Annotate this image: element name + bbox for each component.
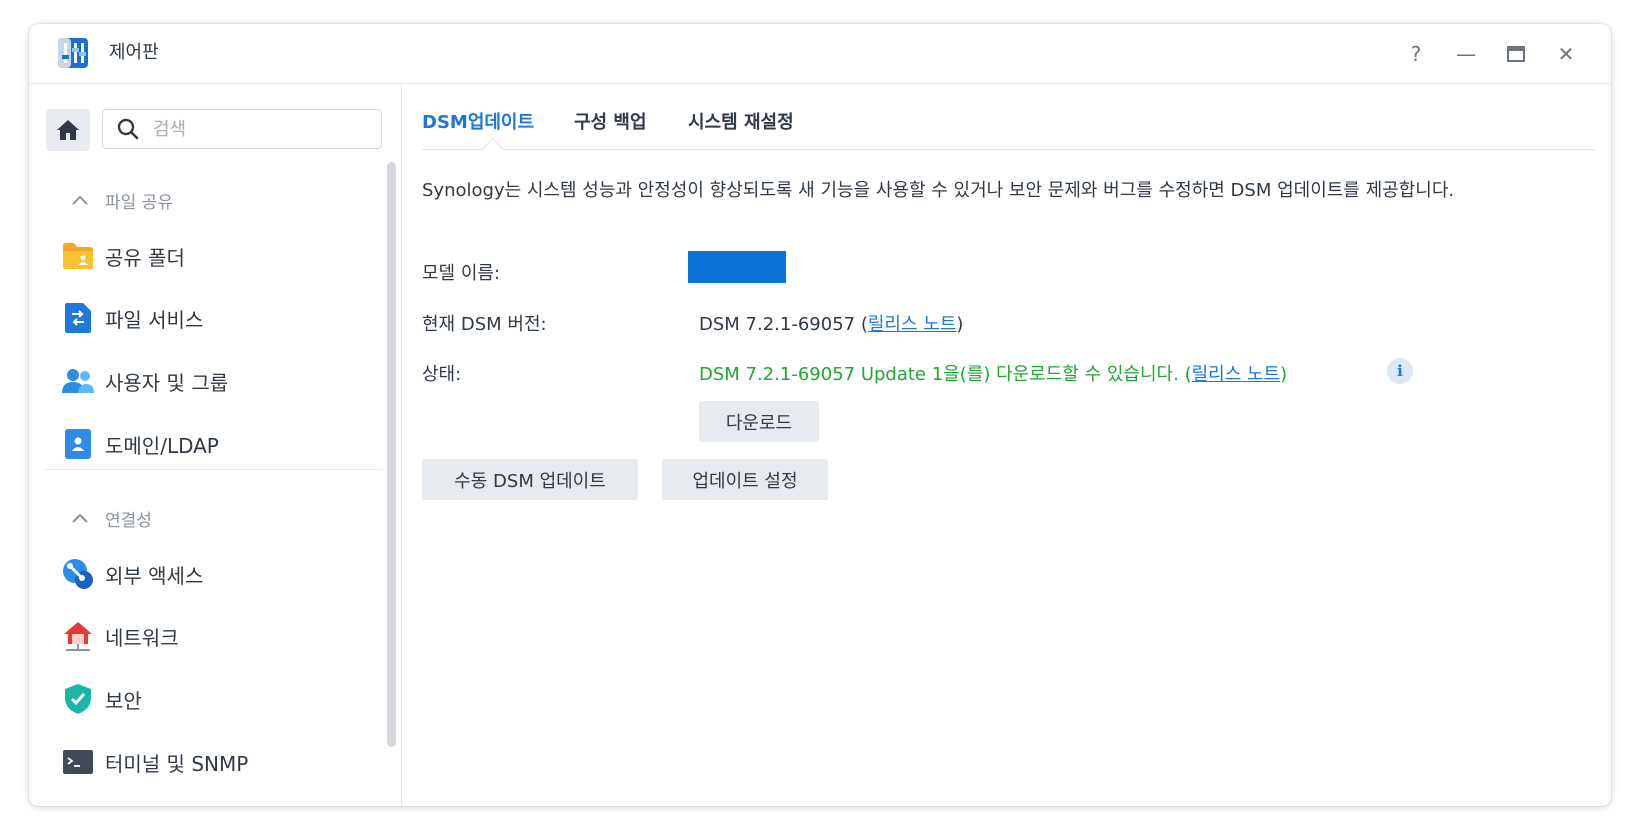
section-label: 연결성	[105, 510, 152, 531]
manual-dsm-update-button[interactable]: 수동 DSM 업데이트	[422, 459, 638, 500]
status-label: 상태:	[422, 364, 462, 385]
tab-system-reset[interactable]: 시스템 재설정	[688, 108, 794, 134]
home-icon	[57, 120, 79, 140]
sidebar-item-file-services[interactable]: 파일 서비스	[62, 293, 372, 343]
control-panel-app-icon	[58, 38, 88, 68]
maximize-icon	[1507, 46, 1525, 62]
maximize-button[interactable]	[1491, 36, 1541, 72]
control-panel-window: 제어판 ? — ✕ 파일 공유	[29, 24, 1611, 806]
current-version-text: DSM 7.2.1-69057	[699, 314, 856, 335]
sidebar-item-domain-ldap[interactable]: 도메인/LDAP	[62, 419, 372, 469]
sidebar-item-network[interactable]: 네트워크	[62, 611, 372, 661]
main-content: DSM업데이트 구성 백업 시스템 재설정 Synology는 시스템 성능과 …	[402, 84, 1611, 806]
sidebar-item-label: 네트워크	[105, 625, 179, 650]
sidebar-item-label: 터미널 및 SNMP	[105, 751, 249, 776]
paren-close: )	[956, 314, 964, 335]
current-version-label: 현재 DSM 버전:	[422, 314, 547, 335]
update-settings-button[interactable]: 업데이트 설정	[662, 459, 828, 500]
section-header-file-sharing[interactable]: 파일 공유	[69, 185, 173, 215]
tab-dsm-update[interactable]: DSM업데이트	[422, 108, 534, 134]
search-box[interactable]	[102, 109, 382, 149]
close-button[interactable]: ✕	[1541, 36, 1591, 72]
title-bar: 제어판 ? — ✕	[29, 24, 1611, 84]
download-button[interactable]: 다운로드	[699, 401, 819, 442]
sidebar-item-users-groups[interactable]: 사용자 및 그룹	[62, 356, 372, 406]
minimize-button[interactable]: —	[1441, 36, 1491, 72]
window-controls: ? — ✕	[1391, 36, 1591, 72]
sidebar-scrollbar[interactable]	[387, 162, 396, 747]
users-groups-icon	[62, 365, 94, 397]
sidebar-item-label: 외부 액세스	[105, 563, 204, 588]
active-tab-indicator	[481, 137, 504, 160]
chevron-up-icon	[69, 195, 91, 205]
help-icon: ?	[1410, 42, 1422, 66]
model-name-label: 모델 이름:	[422, 263, 501, 284]
sidebar-item-security[interactable]: 보안	[62, 674, 372, 724]
sidebar-item-shared-folder[interactable]: 공유 폴더	[62, 231, 372, 281]
update-description: Synology는 시스템 성능과 안정성이 향상되도록 새 기능을 사용할 수…	[422, 180, 1455, 201]
tab-bar: DSM업데이트 구성 백업 시스템 재설정	[422, 84, 1595, 160]
search-icon	[117, 117, 141, 141]
current-release-notes-link[interactable]: 릴리스 노트	[868, 314, 957, 335]
security-shield-icon	[62, 683, 94, 715]
shared-folder-icon	[62, 240, 94, 272]
paren-open: (	[1184, 364, 1192, 385]
sidebar-item-label: 보안	[105, 688, 142, 713]
model-name-redacted	[688, 251, 786, 283]
window-title: 제어판	[109, 42, 159, 63]
file-services-icon	[62, 302, 94, 334]
search-input[interactable]	[151, 117, 355, 141]
terminal-icon	[62, 746, 94, 778]
sidebar-item-label: 공유 폴더	[105, 245, 185, 270]
section-header-connectivity[interactable]: 연결성	[69, 503, 152, 533]
status-text: DSM 7.2.1-69057 Update 1을(를) 다운로드할 수 있습니…	[699, 364, 1179, 385]
info-icon[interactable]: i	[1387, 358, 1413, 384]
network-icon	[62, 620, 94, 652]
section-label: 파일 공유	[105, 192, 173, 213]
sidebar: 파일 공유 공유 폴더 파일 서비스 사용자 및 그룹 도메인/LDAP	[29, 84, 402, 806]
update-release-notes-link[interactable]: 릴리스 노트	[1192, 364, 1281, 385]
close-icon: ✕	[1557, 42, 1575, 66]
sidebar-item-terminal-snmp[interactable]: 터미널 및 SNMP	[62, 737, 372, 787]
sidebar-divider	[45, 469, 383, 470]
sidebar-item-label: 사용자 및 그룹	[105, 370, 229, 395]
sidebar-item-label: 파일 서비스	[105, 307, 204, 332]
tab-config-backup[interactable]: 구성 백업	[574, 108, 647, 134]
help-button[interactable]: ?	[1391, 36, 1441, 72]
external-access-icon	[62, 558, 94, 590]
minimize-icon: —	[1456, 42, 1476, 66]
sidebar-item-external-access[interactable]: 외부 액세스	[62, 549, 372, 599]
sidebar-item-label: 도메인/LDAP	[105, 433, 219, 458]
home-button[interactable]	[46, 109, 90, 151]
status-value: DSM 7.2.1-69057 Update 1을(를) 다운로드할 수 있습니…	[699, 360, 1287, 386]
chevron-up-icon	[69, 513, 91, 523]
paren-open: (	[860, 314, 868, 335]
domain-ldap-icon	[62, 428, 94, 460]
paren-close: )	[1280, 364, 1288, 385]
current-version-value: DSM 7.2.1-69057 (릴리스 노트)	[699, 310, 963, 336]
